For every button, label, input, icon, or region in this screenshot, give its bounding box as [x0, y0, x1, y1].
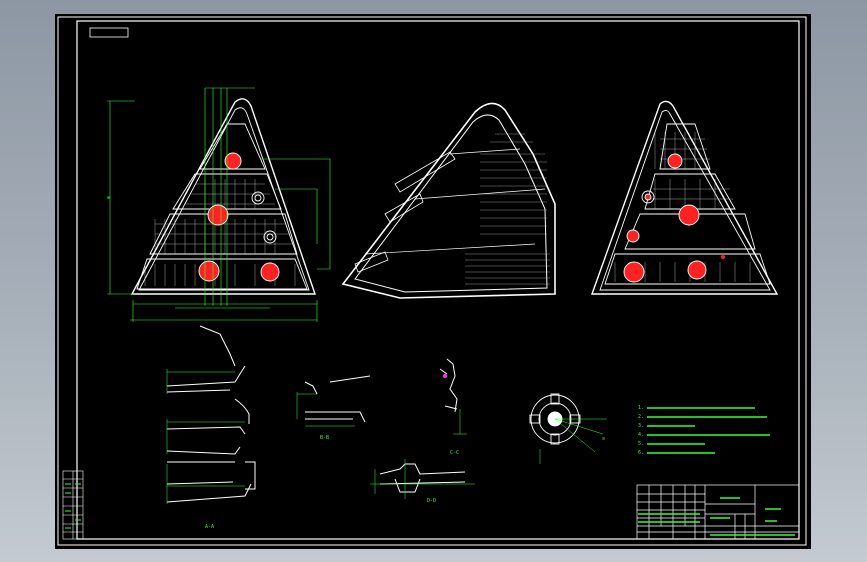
tech-note-lines: [647, 407, 770, 454]
title-block: [636, 484, 800, 540]
section-b-b-label: B-B: [320, 435, 329, 441]
revision-table: [62, 470, 84, 540]
section-b-b-dims: [296, 392, 355, 427]
section-a-a-label: A-A: [205, 524, 214, 530]
section-c-c-dims: [453, 409, 467, 435]
tech-note-3: 3.: [638, 423, 644, 429]
dim-height-label: ⊕: [107, 195, 110, 201]
section-d-d-dims: [370, 459, 475, 499]
lamp-isometric-view: [341, 102, 556, 299]
tech-note-2: 2.: [638, 414, 644, 420]
lamp-front-view-right: [591, 100, 779, 295]
section-b-b: [304, 375, 371, 423]
section-a-a: [166, 325, 256, 503]
lamp-front-view-left: [130, 98, 316, 295]
title-block-marks: [638, 497, 795, 536]
drawing-outer-border: [57, 16, 807, 546]
tech-note-5: 5.: [638, 441, 644, 447]
technical-notes-block: 1. 2. 3. 4. 5. 6.: [638, 405, 770, 456]
section-c-c: [439, 358, 458, 413]
section-d-d-label: D-D: [427, 498, 436, 504]
section-c-c-marker: [443, 374, 447, 378]
cad-drawing-viewport[interactable]: ⊕ A-A B-B C-C D-D ≡ 1. 2. 3. 4. 5. 6.: [55, 14, 811, 549]
tech-note-4: 4.: [638, 432, 644, 438]
section-c-c-label: C-C: [450, 450, 459, 456]
drawing-inner-border: [76, 20, 800, 540]
socket-callout: ≡: [602, 436, 605, 442]
bulb-socket-dims: [539, 418, 607, 464]
tech-note-6: 6.: [638, 450, 644, 456]
tech-note-1: 1.: [638, 405, 644, 411]
section-d-d: [379, 463, 466, 493]
corner-tag-box: [89, 27, 129, 38]
